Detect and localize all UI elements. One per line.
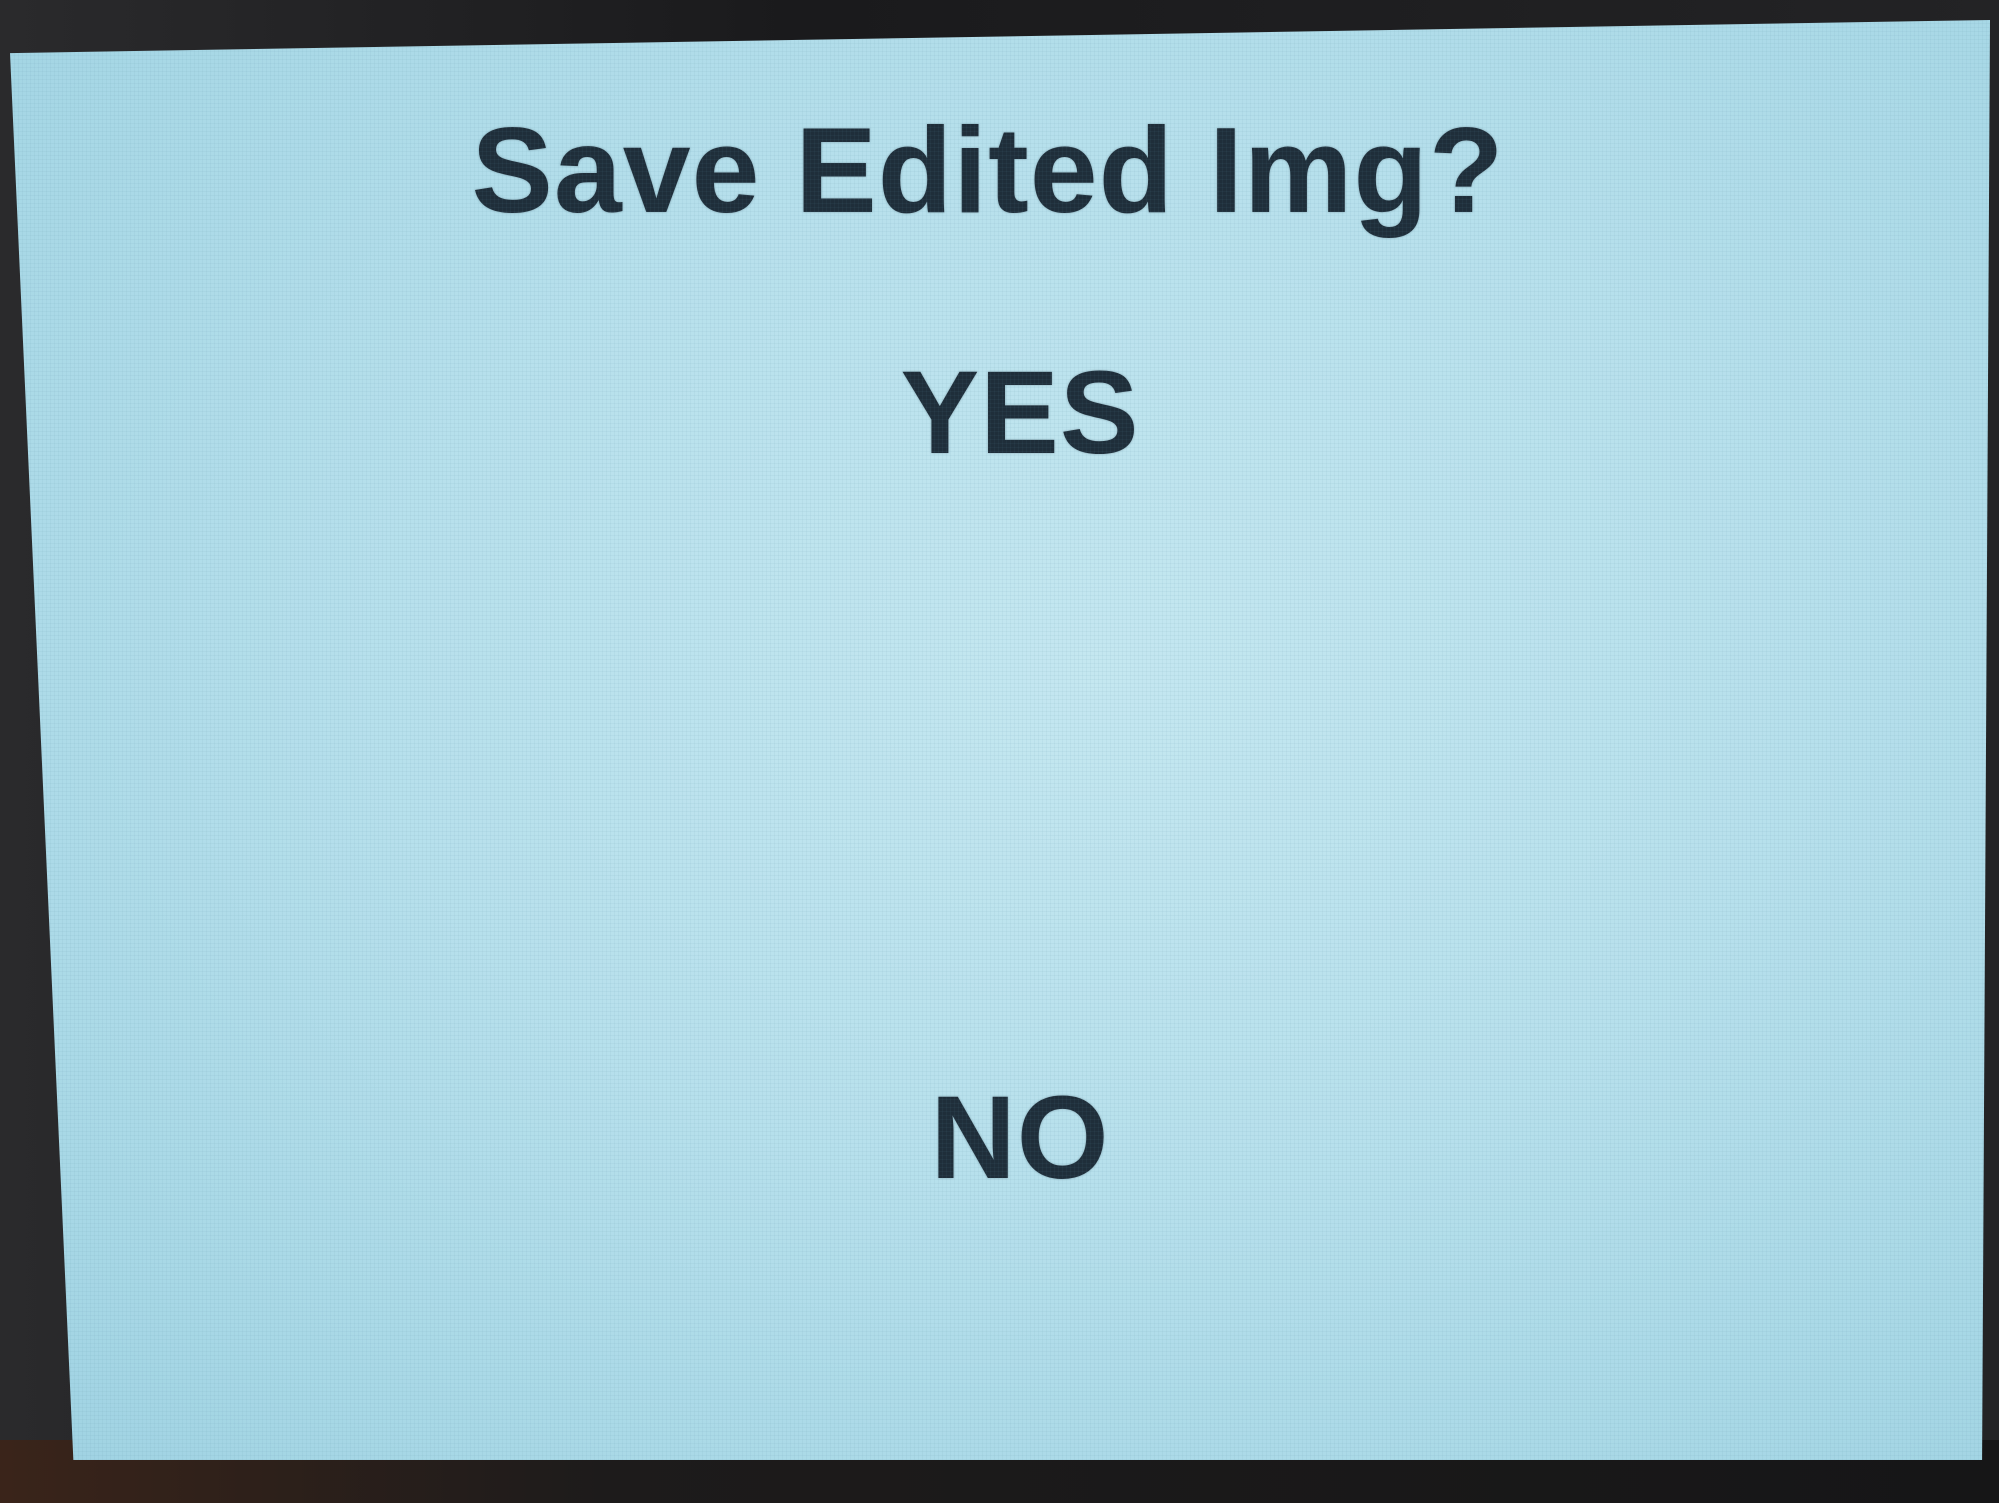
lcd-screen: Save Edited Img? YES NO: [10, 20, 1990, 1460]
dialog-title: Save Edited Img?: [471, 102, 1505, 238]
no-option[interactable]: NO: [30, 1070, 1990, 1206]
yes-option[interactable]: YES: [30, 345, 1990, 481]
